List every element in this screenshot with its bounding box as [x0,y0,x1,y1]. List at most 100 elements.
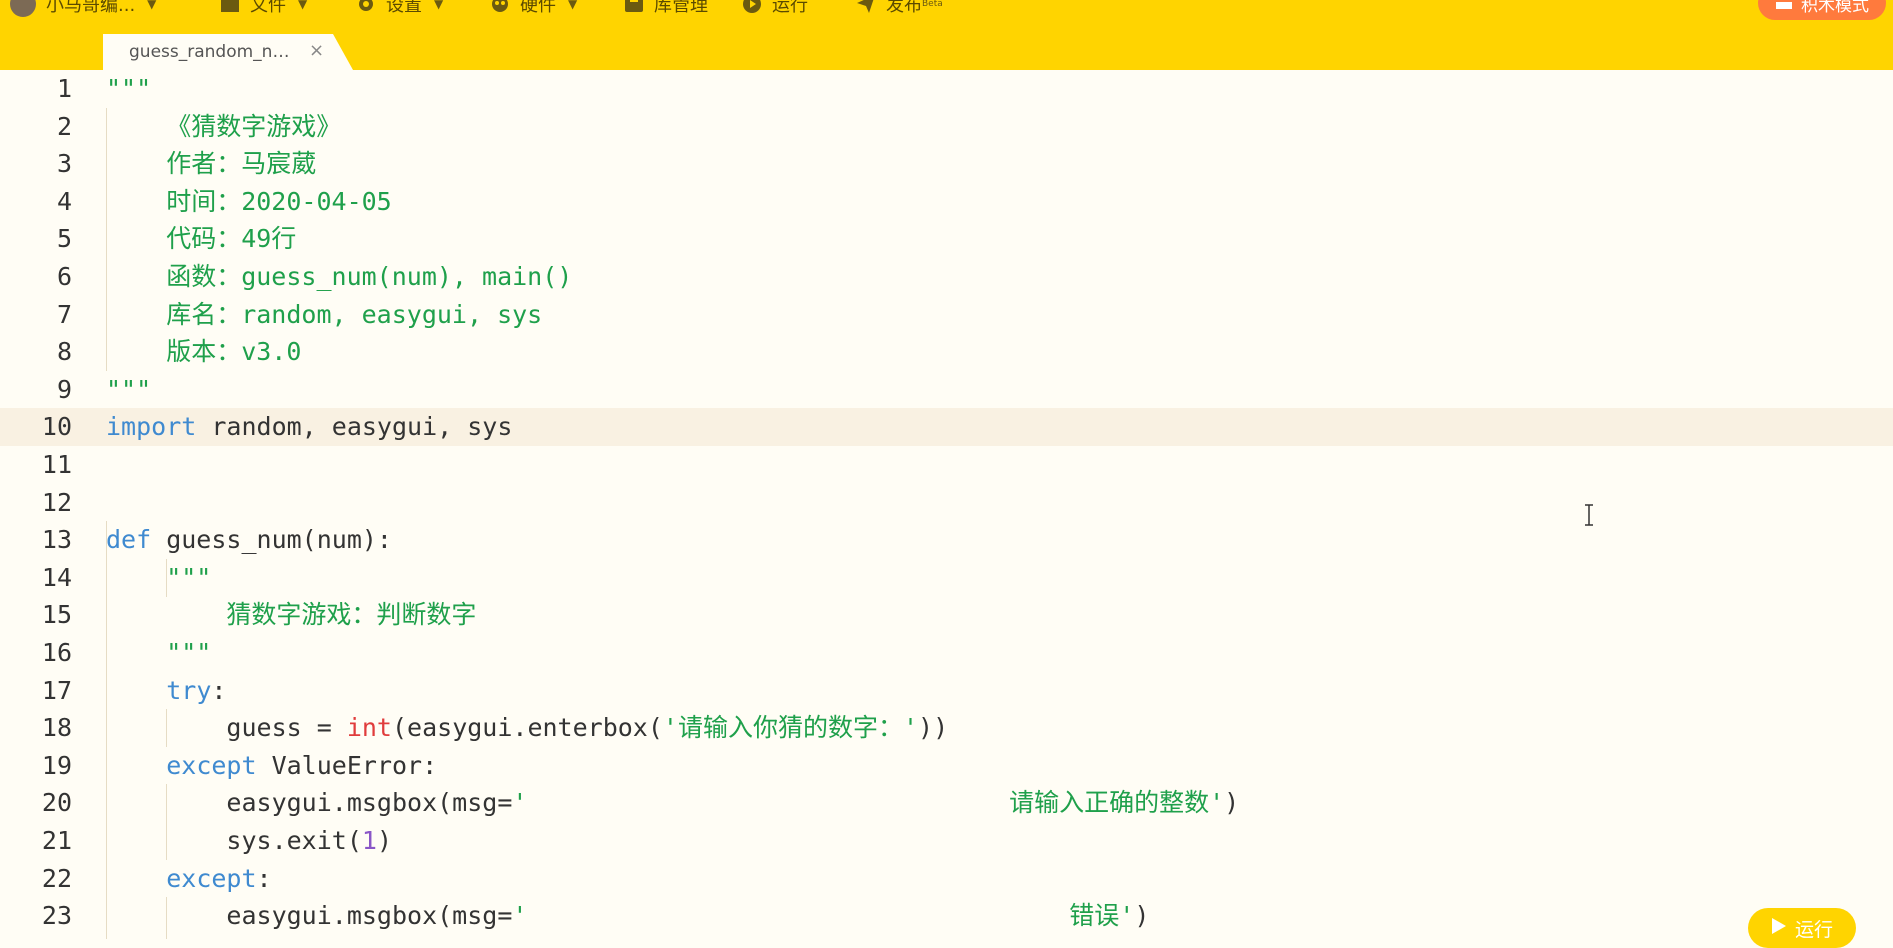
code-line[interactable]: 19 except ValueError: [0,747,1893,785]
line-number: 6 [56,262,72,291]
play-icon [1771,917,1787,940]
code-line[interactable]: 1 """ [0,70,1893,108]
code-token: ) [376,826,392,855]
code-line[interactable]: 10 import random, easygui, sys [0,408,1893,446]
robot-icon [490,0,510,14]
code-line[interactable]: 8 版本：v3.0 [0,333,1893,371]
file-menu[interactable]: 文件 ▼ [220,0,307,17]
code-line[interactable]: 23 easygui.msgbox(msg=' 错误') [0,897,1893,935]
run-button[interactable]: 运行 [1748,908,1856,948]
code-token: 《猜数字游戏》 [106,111,342,141]
line-number: 12 [41,487,72,517]
line-number: 17 [41,675,72,705]
indent-guide [166,897,167,939]
code-token: 作者：马宸葳 [106,149,317,179]
code-text: guess = int(easygui.enterbox('请输入你猜的数字：'… [106,709,948,747]
code-line[interactable]: 18 guess = int(easygui.enterbox('请输入你猜的数… [0,709,1893,747]
code-token: int [346,713,392,743]
code-token: ' 请输入正确的整数' [512,788,1225,818]
code-token: random, easygui, sys [196,412,513,442]
brand-menu[interactable]: 小马哥编... ▼ [10,0,156,17]
code-token: 代码：49行 [106,224,297,254]
code-token: guess_num(num): [151,525,392,555]
tab-guess-random-num[interactable]: guess_random_nu... × [103,34,353,70]
code-token: import [106,412,197,442]
code-text: try: [106,672,226,710]
blocks-icon [1775,0,1793,15]
library-manager-button[interactable]: 库管理 [624,0,708,17]
code-line[interactable]: 4 时间：2020-04-05 [0,183,1893,221]
code-line[interactable]: 21 sys.exit(1) [0,822,1893,860]
code-text: sys.exit(1) [106,822,392,860]
code-token: """ [106,74,152,103]
line-number: 13 [41,525,72,555]
code-text: 作者：马宸葳 [106,145,316,183]
code-text: 版本：v3.0 [106,333,301,371]
code-line[interactable]: 5 代码：49行 [0,220,1893,258]
code-token: ValueError: [256,750,438,780]
code-line[interactable]: 15 猜数字游戏：判断数字 [0,596,1893,634]
code-line[interactable]: 6 函数：guess_num(num), main() [0,258,1893,296]
code-line[interactable]: 16 """ [0,634,1893,672]
publish-button[interactable]: 发布 Beta [856,0,943,17]
block-mode-button[interactable]: 积木模式 [1758,0,1886,20]
brand-label: 小马哥编... [46,0,136,16]
code-text: """ [106,371,151,409]
code-token: '请输入你猜的数字：' [662,713,919,743]
chevron-down-icon: ▼ [147,0,157,11]
code-line[interactable]: 20 easygui.msgbox(msg=' 请输入正确的整数') [0,784,1893,822]
code-line[interactable]: 9 """ [0,371,1893,409]
indent-guide [166,709,167,747]
hardware-menu-label: 硬件 [520,0,556,16]
code-token: except [166,863,257,893]
code-line[interactable]: 3 作者：马宸葳 [0,145,1893,183]
code-token: """ [106,374,152,404]
line-number: 15 [41,600,72,630]
code-text: def guess_num(num): [106,521,392,559]
code-token: guess = [106,713,347,743]
settings-menu-label: 设置 [386,0,422,16]
code-token: ) [1134,901,1150,931]
code-text: easygui.msgbox(msg=' 错误') [106,897,1149,935]
line-number: 5 [56,224,72,254]
code-editor[interactable]: 23 easygui.msgbox(msg=' 错误') 22 except: 21… [0,70,1893,939]
code-text: 库名：random, easygui, sys [106,296,542,334]
code-text: 猜数字游戏：判断数字 [106,596,476,634]
code-line[interactable]: 2 《猜数字游戏》 [0,108,1893,146]
code-text: except ValueError: [106,747,437,785]
code-token: """ [106,638,212,667]
code-line[interactable]: 7 库名：random, easygui, sys [0,296,1893,334]
code-line[interactable]: 12 [0,484,1893,522]
code-text: 代码：49行 [106,220,296,258]
code-line[interactable]: 11 [0,446,1893,484]
code-line[interactable]: 22 except: [0,860,1893,898]
line-number: 22 [41,863,72,893]
close-icon[interactable]: × [309,40,324,61]
chevron-down-icon: ▼ [568,0,578,11]
run-menu-button[interactable]: 运行 [742,0,808,17]
indent-guide [166,784,167,860]
code-token: try [166,675,212,705]
code-line[interactable]: 13 def guess_num(num): [0,521,1893,559]
indent-guide [106,107,107,371]
top-toolbar: 小马哥编... ▼ 文件 ▼ 设置 ▼ 硬件 ▼ 库管理 运行 发布 Beta … [0,0,1893,20]
hardware-menu[interactable]: 硬件 ▼ [490,0,577,17]
indent-guide [166,559,167,597]
beta-badge: Beta [922,0,943,9]
chevron-down-icon: ▼ [298,0,308,11]
code-text: easygui.msgbox(msg=' 请输入正确的整数') [106,784,1239,822]
publish-label: 发布 [886,0,922,16]
box-icon [624,0,644,14]
user-avatar [10,0,36,17]
code-line[interactable]: 14 """ [0,559,1893,597]
code-text: except: [106,860,271,898]
settings-menu[interactable]: 设置 ▼ [356,0,443,17]
code-token: 1 [361,826,377,855]
code-line[interactable]: 17 try: [0,672,1893,710]
code-token: 库名：random, easygui, sys [106,299,543,329]
line-number: 1 [56,74,72,103]
line-number: 8 [56,337,72,367]
line-number: 16 [41,638,72,667]
